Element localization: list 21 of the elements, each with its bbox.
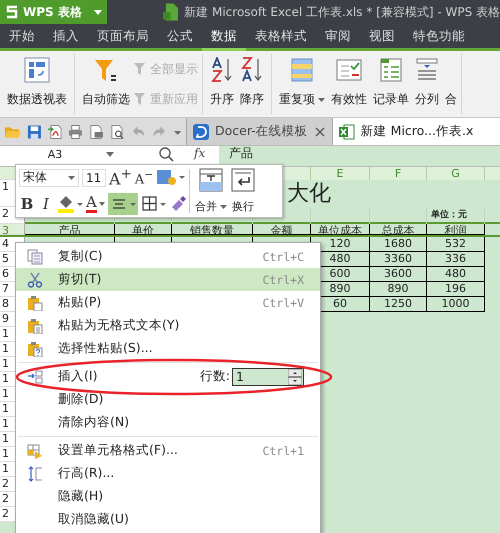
ribbon-label: 合 (444, 91, 457, 108)
unit-label: 单位：元 (431, 210, 467, 220)
table-header-cell: 利润 (427, 224, 485, 235)
table-cell: 1000 (427, 297, 485, 312)
table-cell: 890 (370, 282, 427, 297)
table-cell: 480 (427, 267, 485, 282)
table-cell: 1680 (370, 237, 427, 252)
sheet-title: 大化 (287, 181, 331, 206)
table-header-cell: 单价 (115, 224, 172, 235)
table-cell: 3360 (370, 252, 427, 267)
table-cell: 532 (427, 237, 485, 252)
table-header-cell: 总成本 (370, 224, 427, 235)
table-header-cell: 产品 (25, 224, 115, 235)
table-cell: 1250 (370, 297, 427, 312)
window-title: 新建 Microsoft Excel 工作表.xls * [兼容模式] - WPS 表格 (184, 4, 500, 20)
table-header-cell: 销售数量 (172, 224, 253, 235)
table-cell: 196 (427, 282, 485, 297)
table-cell: 3600 (370, 267, 427, 282)
table-cell: 336 (427, 252, 485, 267)
table-header-cell: 金额 (253, 224, 311, 235)
table-header-cell: 单位成本 (311, 224, 370, 235)
